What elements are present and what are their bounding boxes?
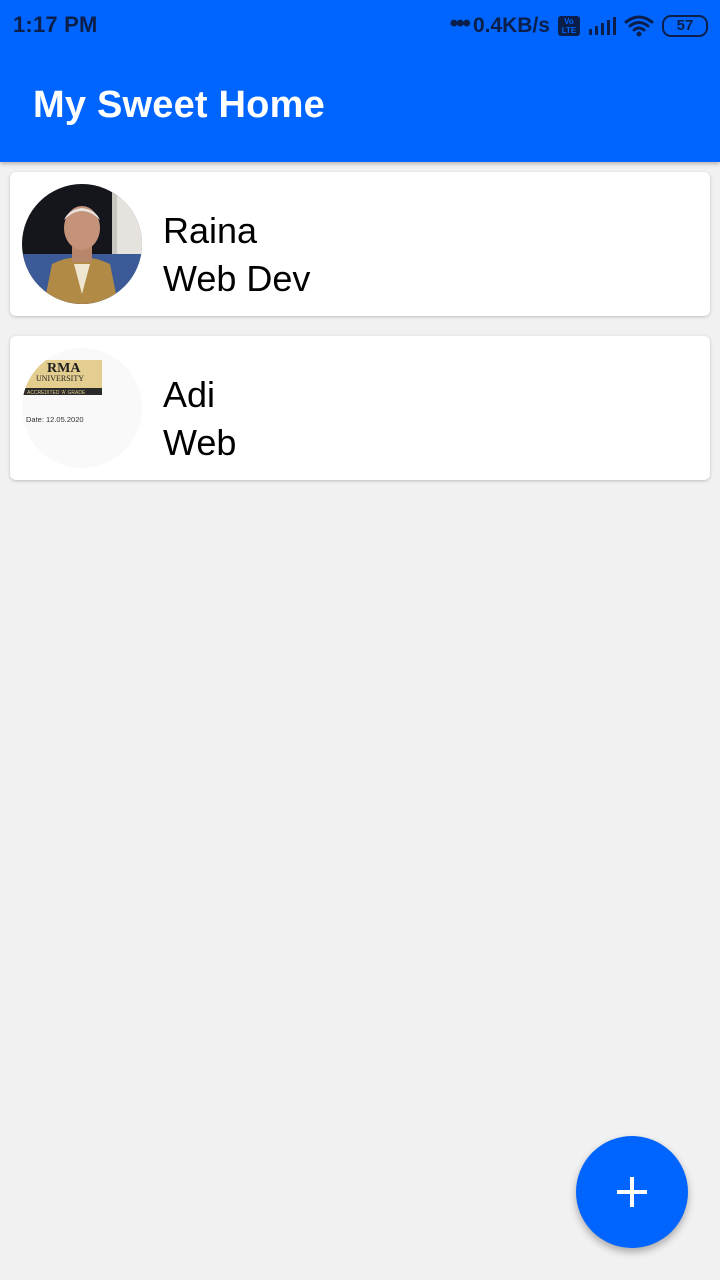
wifi-icon [624,15,654,37]
signal-icon [588,16,616,36]
status-time: 1:17 PM [13,12,98,37]
avatar: RMA UNIVERSITY ACCREDITED 'A' GRADE Date… [22,348,142,468]
contact-role: Web [163,422,237,463]
battery-icon: 57 [662,15,708,37]
status-indicators: ••• 0.4KB/s Vo LTE 57 [450,12,708,40]
app-bar: My Sweet Home [0,52,720,162]
document-date-text: Date: 12.05.2020 [26,415,84,424]
contact-card[interactable]: RMA UNIVERSITY ACCREDITED 'A' GRADE Date… [10,336,710,480]
volte-label-top: Vo [564,17,574,26]
contact-card[interactable]: Raina Web Dev [10,172,710,316]
notification-dots: ••• [449,10,471,37]
network-speed: 0.4KB/s [472,14,550,37]
volte-label-bottom: LTE [561,26,577,35]
status-bar: 1:17 PM ••• 0.4KB/s Vo LTE 57 [0,0,720,52]
app-title: My Sweet Home [33,84,325,126]
avatar [22,184,142,304]
document-grade-text: ACCREDITED 'A' GRADE [27,390,86,396]
contact-name: Adi [163,374,216,415]
contact-role: Web Dev [163,258,311,299]
add-button[interactable] [576,1136,688,1248]
document-subtitle-text: UNIVERSITY [36,374,84,383]
contact-name: Raina [163,210,258,251]
volte-icon: Vo LTE [558,16,580,36]
plus-icon [617,1177,647,1207]
